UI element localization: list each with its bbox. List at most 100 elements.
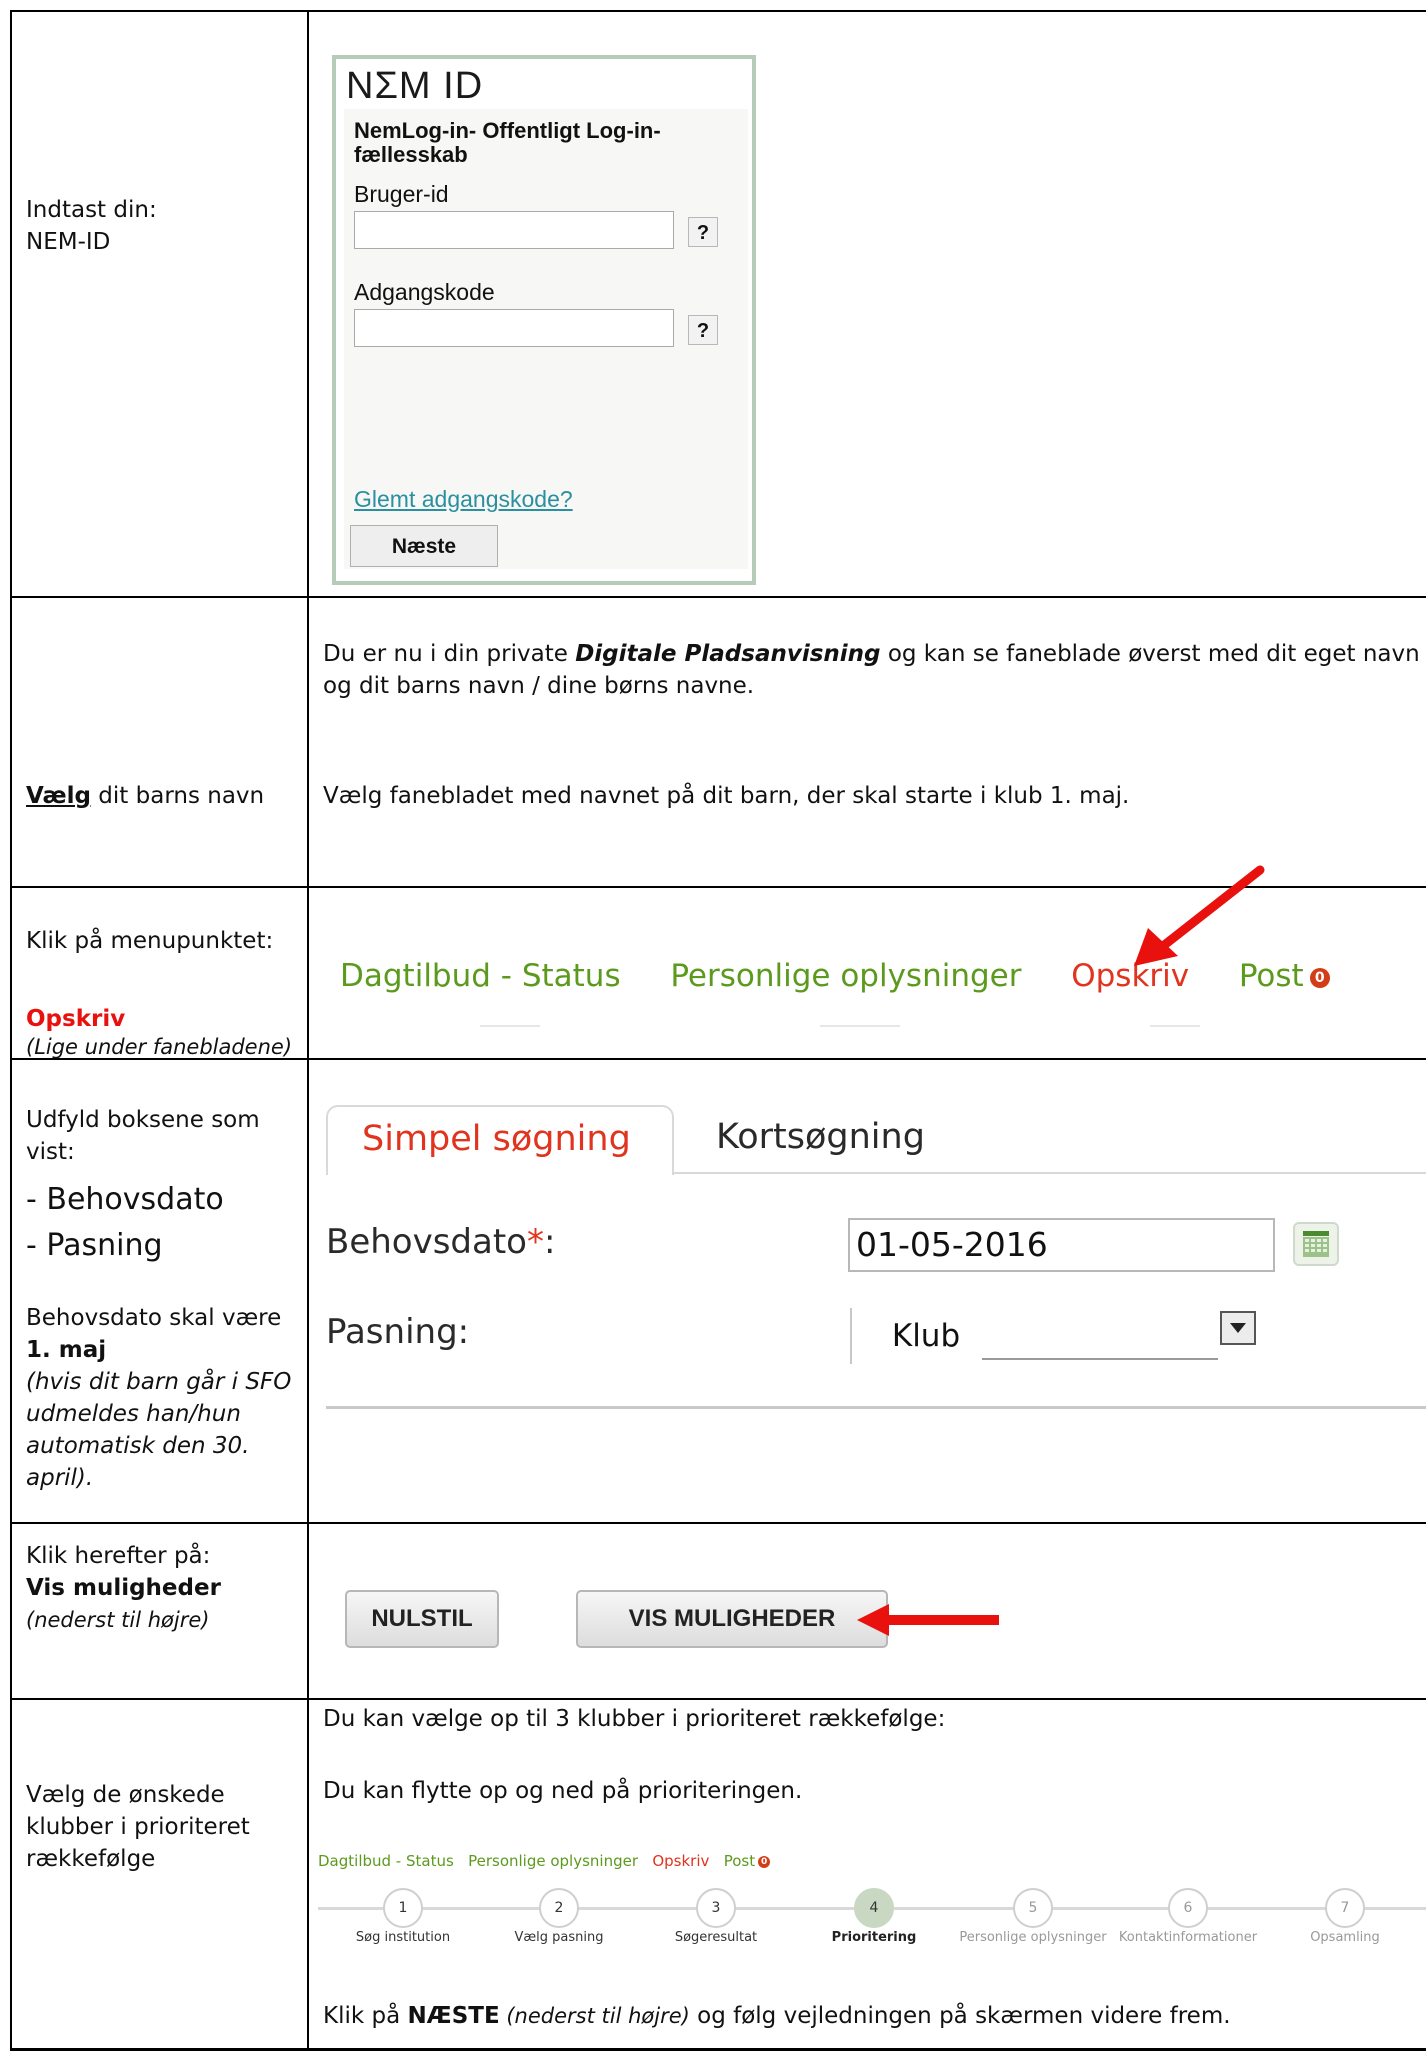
menu-item-dagtilbud-status[interactable]: Dagtilbud - Status <box>340 958 621 994</box>
behovsdato-input[interactable]: 01-05-2016 <box>848 1218 1275 1272</box>
progress-step-2: 2 <box>539 1888 579 1928</box>
instruction-note: (hvis dit barn går i SFO <box>26 1369 292 1395</box>
label-colon: : <box>543 1222 556 1262</box>
user-id-input[interactable] <box>354 211 674 249</box>
instruction-note: (nederst til højre) <box>26 1608 210 1632</box>
instruction-line: Klik herefter på: <box>26 1543 211 1569</box>
mini-menu-opskriv: Opskriv <box>652 1852 710 1870</box>
instruction-emphasis: Vælg <box>26 783 91 809</box>
instruction-line: Indtast din: <box>26 197 157 223</box>
mini-menu-post: Post <box>723 1852 756 1870</box>
progress-step-label: Vælg pasning <box>514 1930 604 1945</box>
field-list-item: - Behovsdato <box>26 1182 224 1217</box>
row6-instruction: Vælg de ønskede klubber i prioriteret ræ… <box>26 1779 296 1875</box>
nemid-logo: NΣM ID <box>346 65 484 107</box>
mini-menu-dagtilbud-status: Dagtilbud - Status <box>318 1852 454 1870</box>
final-text: Klik på <box>323 2003 408 2029</box>
behovsdato-label: Behovsdato*: <box>326 1222 555 1262</box>
red-arrow-icon <box>857 1604 999 1636</box>
instruction-text: dit barns navn <box>91 783 265 809</box>
password-input[interactable] <box>354 309 674 347</box>
show-options-button[interactable]: VIS MULIGHEDER <box>576 1590 888 1648</box>
pasning-label: Pasning: <box>326 1312 470 1352</box>
user-id-help-button[interactable]: ? <box>688 217 718 247</box>
row3-instruction: Klik på menupunktet: <box>26 928 274 954</box>
required-asterisk: * <box>526 1222 544 1262</box>
menu-decoration <box>480 1025 540 1027</box>
tab-kortsoegning[interactable]: Kortsøgning <box>690 1105 990 1175</box>
password-label: Adgangskode <box>354 279 495 305</box>
field-list-item: - Pasning <box>26 1228 163 1263</box>
calendar-icon[interactable] <box>1293 1222 1339 1266</box>
row4-field-list: - Behovsdato - Pasning <box>26 1177 224 1269</box>
calendar-grid-icon <box>1303 1231 1329 1257</box>
progress-step-4: 4 <box>854 1888 894 1928</box>
progress-step-3: 3 <box>696 1888 736 1928</box>
pasning-select[interactable]: Klub <box>850 1308 1262 1364</box>
instruction-note: april). <box>26 1465 94 1491</box>
reset-button[interactable]: NULSTIL <box>345 1590 499 1648</box>
chevron-down-icon[interactable] <box>1220 1311 1256 1345</box>
row4-note: Behovsdato skal være 1. maj (hvis dit ba… <box>26 1302 296 1494</box>
select-underline <box>982 1358 1218 1360</box>
instruction-line: klubber i prioriteret <box>26 1814 250 1840</box>
progress-step-label: Søg institution <box>355 1930 451 1945</box>
tab-divider <box>674 1172 1426 1174</box>
row6-final-text: Klik på NÆSTE (nederst til højre) og føl… <box>323 2000 1231 2032</box>
red-arrow-icon <box>1134 865 1265 966</box>
forgot-password-link[interactable]: Glemt adgangskode? <box>354 486 573 513</box>
row1-instruction: Indtast din: NEM-ID <box>26 194 157 258</box>
row2-paragraph: Du er nu i din private Digitale Pladsanv… <box>323 638 1423 702</box>
menu-item-personlige-oplysninger[interactable]: Personlige oplysninger <box>670 958 1021 994</box>
instruction-line: Udfyld boksene som <box>26 1107 260 1133</box>
pasning-selected-value: Klub <box>891 1318 961 1354</box>
progress-step-1: 1 <box>383 1888 423 1928</box>
mini-menu-bar: Dagtilbud - Status Personlige oplysninge… <box>318 1852 771 1870</box>
instruction-line: vist: <box>26 1139 75 1165</box>
table-border-top <box>10 10 1426 12</box>
behovsdato-label-text: Behovsdato <box>326 1222 527 1262</box>
instruction-line: rækkefølge <box>26 1846 156 1872</box>
row6-text-2: Du kan flytte op og ned på prioriteringe… <box>323 1778 803 1804</box>
paragraph-text: og dit barns navn / dine børns navne. <box>323 673 755 699</box>
nemid-title: NemLog-in- Offentligt Log-in-fællesskab <box>354 118 661 167</box>
row3-note: (Lige under fanebladene) <box>26 1035 293 1059</box>
progress-step-label: Opsamling <box>1310 1930 1380 1945</box>
progress-step-label: Prioritering <box>831 1930 917 1945</box>
final-text: og følg vejledningen på skærmen videre f… <box>689 2003 1231 2029</box>
nemid-login-box: NΣM ID NemLog-in- Offentligt Log-in-fæll… <box>332 55 756 585</box>
row-divider <box>10 596 1426 598</box>
row2-paragraph-2: Vælg fanebladet med navnet på dit barn, … <box>323 783 1130 809</box>
instruction-note: udmeldes han/hun <box>26 1401 241 1427</box>
instruction-line: Behovsdato skal være <box>26 1305 282 1331</box>
paragraph-text: og kan se faneblade øverst med dit eget … <box>880 641 1420 667</box>
form-separator <box>326 1406 1426 1409</box>
next-button[interactable]: Næste <box>350 525 498 567</box>
menu-decoration <box>820 1025 900 1027</box>
row5-instruction: Klik herefter på: Vis muligheder (neders… <box>26 1540 296 1636</box>
row6-text-1: Du kan vælge op til 3 klubber i priorite… <box>323 1706 946 1732</box>
mini-post-badge: 0 <box>758 1855 771 1868</box>
menu-decoration <box>1150 1025 1200 1027</box>
post-count-badge: 0 <box>1309 967 1330 988</box>
instruction-line: NEM-ID <box>26 229 111 255</box>
row2-instruction: Vælg dit barns navn <box>26 780 264 812</box>
instruction-note: automatisk den 30. <box>26 1433 250 1459</box>
instruction-emphasis: Vis muligheder <box>26 1575 221 1601</box>
tab-simpel-soegning[interactable]: Simpel søgning <box>326 1105 674 1175</box>
progress-step-6: 6 <box>1168 1888 1208 1928</box>
password-help-button[interactable]: ? <box>688 315 718 345</box>
mini-menu-personlige-oplysninger: Personlige oplysninger <box>468 1852 639 1870</box>
progress-step-label: Kontaktinformationer <box>1118 1930 1258 1945</box>
dropdown-triangle-icon <box>1230 1323 1246 1333</box>
paragraph-emphasis: Digitale Pladsanvisning <box>575 641 881 667</box>
row-divider <box>10 1698 1426 1700</box>
progress-step-label: Personlige oplysninger <box>959 1930 1107 1945</box>
row4-instruction: Udfyld boksene som vist: <box>26 1104 296 1168</box>
row-divider <box>10 1522 1426 1524</box>
paragraph-text: Du er nu i din private <box>323 641 576 667</box>
progress-step-label: Søgeresultat <box>674 1930 758 1945</box>
progress-step-7: 7 <box>1325 1888 1365 1928</box>
instruction-line: Vælg de ønskede <box>26 1782 225 1808</box>
final-emphasis: NÆSTE <box>407 2003 500 2029</box>
